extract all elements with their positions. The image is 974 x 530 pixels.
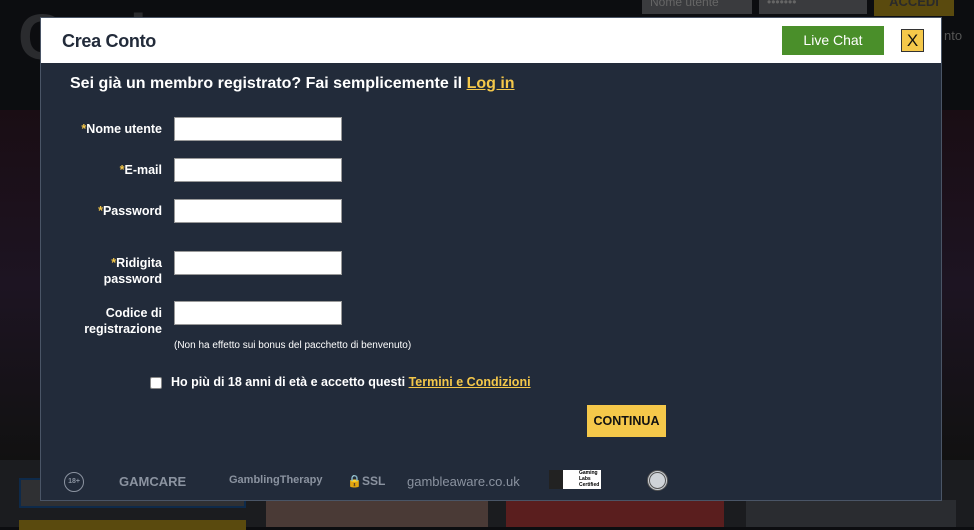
label-text: Password: [102, 204, 162, 218]
password-input[interactable]: [174, 199, 342, 223]
username-input[interactable]: [174, 117, 342, 141]
bg-game-tile[interactable]: [266, 500, 488, 527]
certification-seal-icon: [647, 470, 668, 491]
live-chat-button[interactable]: Live Chat: [782, 26, 884, 55]
terms-text: Ho più di 18 anni di età e accetto quest…: [171, 375, 531, 389]
login-link[interactable]: Log in: [467, 75, 515, 92]
label-text: E-mail: [124, 163, 162, 177]
trust-logos: 18+ GAMCARE GamblingTherapy 🔒SSL gamblea…: [41, 470, 941, 500]
bg-button[interactable]: [19, 520, 246, 530]
password-label: *Password: [98, 203, 162, 219]
bg-side-text: nto: [944, 28, 963, 43]
age-18-icon: 18+: [64, 472, 84, 492]
gaming-labs-logo: Gaming Labs Certified: [549, 470, 601, 489]
member-text: Sei già un membro registrato? Fai sempli…: [70, 75, 463, 92]
username-label: *Nome utente: [81, 121, 162, 137]
registration-code-label: Codice di registrazione: [72, 305, 162, 337]
email-input[interactable]: [174, 158, 342, 182]
confirm-password-label: *Ridigita password: [92, 255, 162, 287]
gambling-therapy-logo: GamblingTherapy: [229, 474, 323, 486]
gambleaware-logo: gambleaware.co.uk: [407, 474, 520, 489]
label-text: Codice di registrazione: [84, 306, 162, 336]
bg-login-button[interactable]: ACCEDI: [874, 0, 954, 16]
bg-game-tile[interactable]: [506, 500, 724, 527]
terms-link[interactable]: Termini e Condizioni: [409, 375, 531, 389]
create-account-modal: Crea Conto Live Chat X Sei già un membro…: [40, 17, 942, 501]
label-text: Nome utente: [86, 122, 162, 136]
bg-password-input[interactable]: •••••••: [759, 0, 867, 14]
continue-button[interactable]: CONTINUA: [587, 405, 666, 437]
confirm-password-input[interactable]: [174, 251, 342, 275]
modal-header: Crea Conto Live Chat X: [41, 18, 941, 63]
gamcare-logo: GAMCARE: [119, 474, 187, 489]
bg-username-input[interactable]: Nome utente: [642, 0, 752, 14]
close-button[interactable]: X: [901, 29, 924, 52]
ssl-lock-icon: 🔒SSL: [347, 474, 386, 488]
modal-title: Crea Conto: [62, 31, 157, 51]
bg-game-tile[interactable]: [746, 500, 956, 527]
email-label: *E-mail: [120, 162, 162, 178]
member-prompt: Sei già un membro registrato? Fai sempli…: [70, 75, 515, 93]
ssl-text: SSL: [361, 474, 386, 488]
code-note: (Non ha effetto sui bonus del pacchetto …: [174, 340, 412, 351]
terms-checkbox[interactable]: [150, 377, 162, 389]
terms-label: Ho più di 18 anni di età e accetto quest…: [171, 375, 406, 389]
registration-code-input[interactable]: [174, 301, 342, 325]
